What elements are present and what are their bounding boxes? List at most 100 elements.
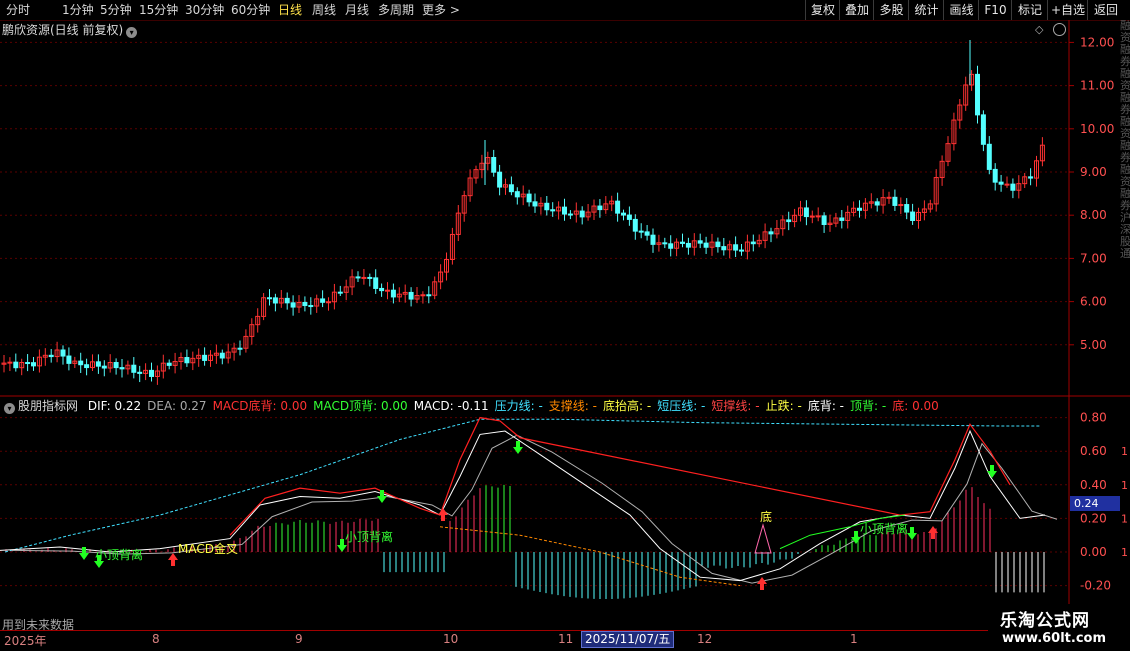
time-label: 2025年 [4, 634, 47, 648]
candle-body [1004, 183, 1010, 186]
candle-body [337, 291, 343, 294]
candle-body [184, 357, 190, 364]
small-top-divergence-label: 小顶背离 [860, 521, 908, 536]
indicator-field: 底抬高: - [603, 399, 652, 413]
candle-body [267, 297, 272, 300]
price-tick-label: 6.00 [1080, 295, 1107, 309]
bottom-label: 底 [760, 509, 772, 524]
candle-body [420, 294, 426, 297]
chevron-down-icon[interactable]: ▾ [126, 27, 138, 38]
time-label: 12 [697, 632, 713, 646]
candle-body [721, 246, 727, 251]
candle-body [768, 231, 774, 235]
time-axis [0, 630, 1070, 651]
candle-body [632, 218, 638, 232]
support-line [439, 526, 741, 587]
candle-body [31, 362, 36, 367]
candle-body [579, 210, 585, 218]
candle-body [638, 230, 644, 233]
candle-body [508, 184, 514, 193]
candle-body [84, 364, 90, 369]
candle-body [715, 241, 721, 248]
indicator-name[interactable]: 股朋指标网 [18, 399, 78, 413]
candle-body [137, 371, 143, 374]
candle-body [308, 305, 314, 308]
candle-body [786, 219, 792, 223]
candle-body [910, 211, 916, 221]
candle-body [113, 362, 119, 369]
side-info-strip: 融资融券融资融券融资融券融资融券沪深股通 [1120, 20, 1130, 260]
time-label: 1 [850, 632, 858, 646]
indicator-tick-label: 0.80 [1080, 411, 1107, 425]
candle-body [904, 204, 910, 213]
chart-title: 鹏欣资源(日线 前复权) ▾ [2, 22, 138, 38]
candle-body [290, 302, 296, 308]
candle-body [497, 171, 503, 188]
candle-body [526, 193, 532, 203]
arrow-down-icon [907, 527, 917, 540]
candle-body [379, 287, 385, 292]
candle-body [202, 354, 208, 361]
candle-body [95, 361, 101, 367]
indicator-field: 底: 0.00 [892, 399, 939, 413]
candle-body [615, 200, 621, 214]
candle-body [1010, 183, 1016, 191]
candle-body [697, 240, 703, 244]
indicator-tick-label: 0.40 [1080, 478, 1107, 492]
candle-body [373, 277, 379, 289]
candle-body [101, 365, 107, 369]
candle-body [491, 157, 497, 173]
stock-title: 鹏欣资源(日线 前复权) [2, 23, 124, 37]
candle-body [975, 73, 980, 116]
candle-body [284, 297, 290, 304]
indicator-field: 压力线: - [494, 399, 543, 413]
macd-histogram [5, 484, 1045, 600]
candle-body [662, 242, 668, 245]
arrow-down-icon [513, 441, 523, 454]
candle-body [685, 242, 691, 248]
indicator-field: MACD底背: 0.00 [212, 399, 308, 413]
circle-icon[interactable] [1053, 23, 1066, 36]
price-tick-label: 9.00 [1080, 165, 1107, 179]
candle-body [426, 294, 432, 297]
indicator-legend: ▾ 股朋指标网 DIF: 0.22 DEA: 0.27 MACD底背: 0.00 MAC… [0, 397, 951, 415]
indicator-menu-icon[interactable]: ▾ [4, 403, 15, 414]
candle-body [355, 276, 361, 279]
candle-body [237, 347, 243, 350]
candle-body [680, 241, 685, 244]
candle-body [986, 143, 992, 170]
candle-body [626, 214, 632, 220]
time-label: 10 [443, 632, 459, 646]
current-value-text: 0.24 [1074, 497, 1099, 510]
candle-body [532, 201, 538, 207]
indicator-tick-label-partial: 1 [1121, 546, 1128, 559]
candle-body [48, 354, 54, 358]
indicator-tick-label: -0.20 [1080, 579, 1111, 593]
candle-body [320, 298, 326, 303]
candle-body [703, 242, 709, 248]
candle-body [166, 362, 172, 366]
diamond-icon[interactable]: ◇ [1035, 23, 1043, 36]
candle-body [60, 349, 66, 357]
candle-body [839, 217, 845, 221]
price-tick-label: 11.00 [1080, 79, 1114, 93]
candle-body [809, 215, 815, 218]
candle-body [367, 276, 373, 279]
candle-body [621, 212, 626, 216]
candle-body [272, 297, 278, 304]
candle-body [219, 352, 225, 359]
watermark-url: www.60lt.com [1002, 631, 1107, 646]
candle-body [66, 355, 72, 364]
candle-body [803, 207, 809, 218]
candle-body [78, 360, 84, 366]
watermark-title: 乐淘公式网 [1000, 611, 1090, 631]
candle-body [119, 367, 125, 370]
candle-body [644, 231, 650, 236]
candle-body [361, 276, 367, 279]
candle-body [898, 204, 904, 207]
price-tick-label: 12.00 [1080, 35, 1114, 49]
indicator-tick-label-partial: 1 [1121, 512, 1128, 525]
candle-body [7, 361, 13, 364]
indicator-field: DIF: 0.22 [87, 399, 142, 413]
candle-body [739, 249, 744, 252]
